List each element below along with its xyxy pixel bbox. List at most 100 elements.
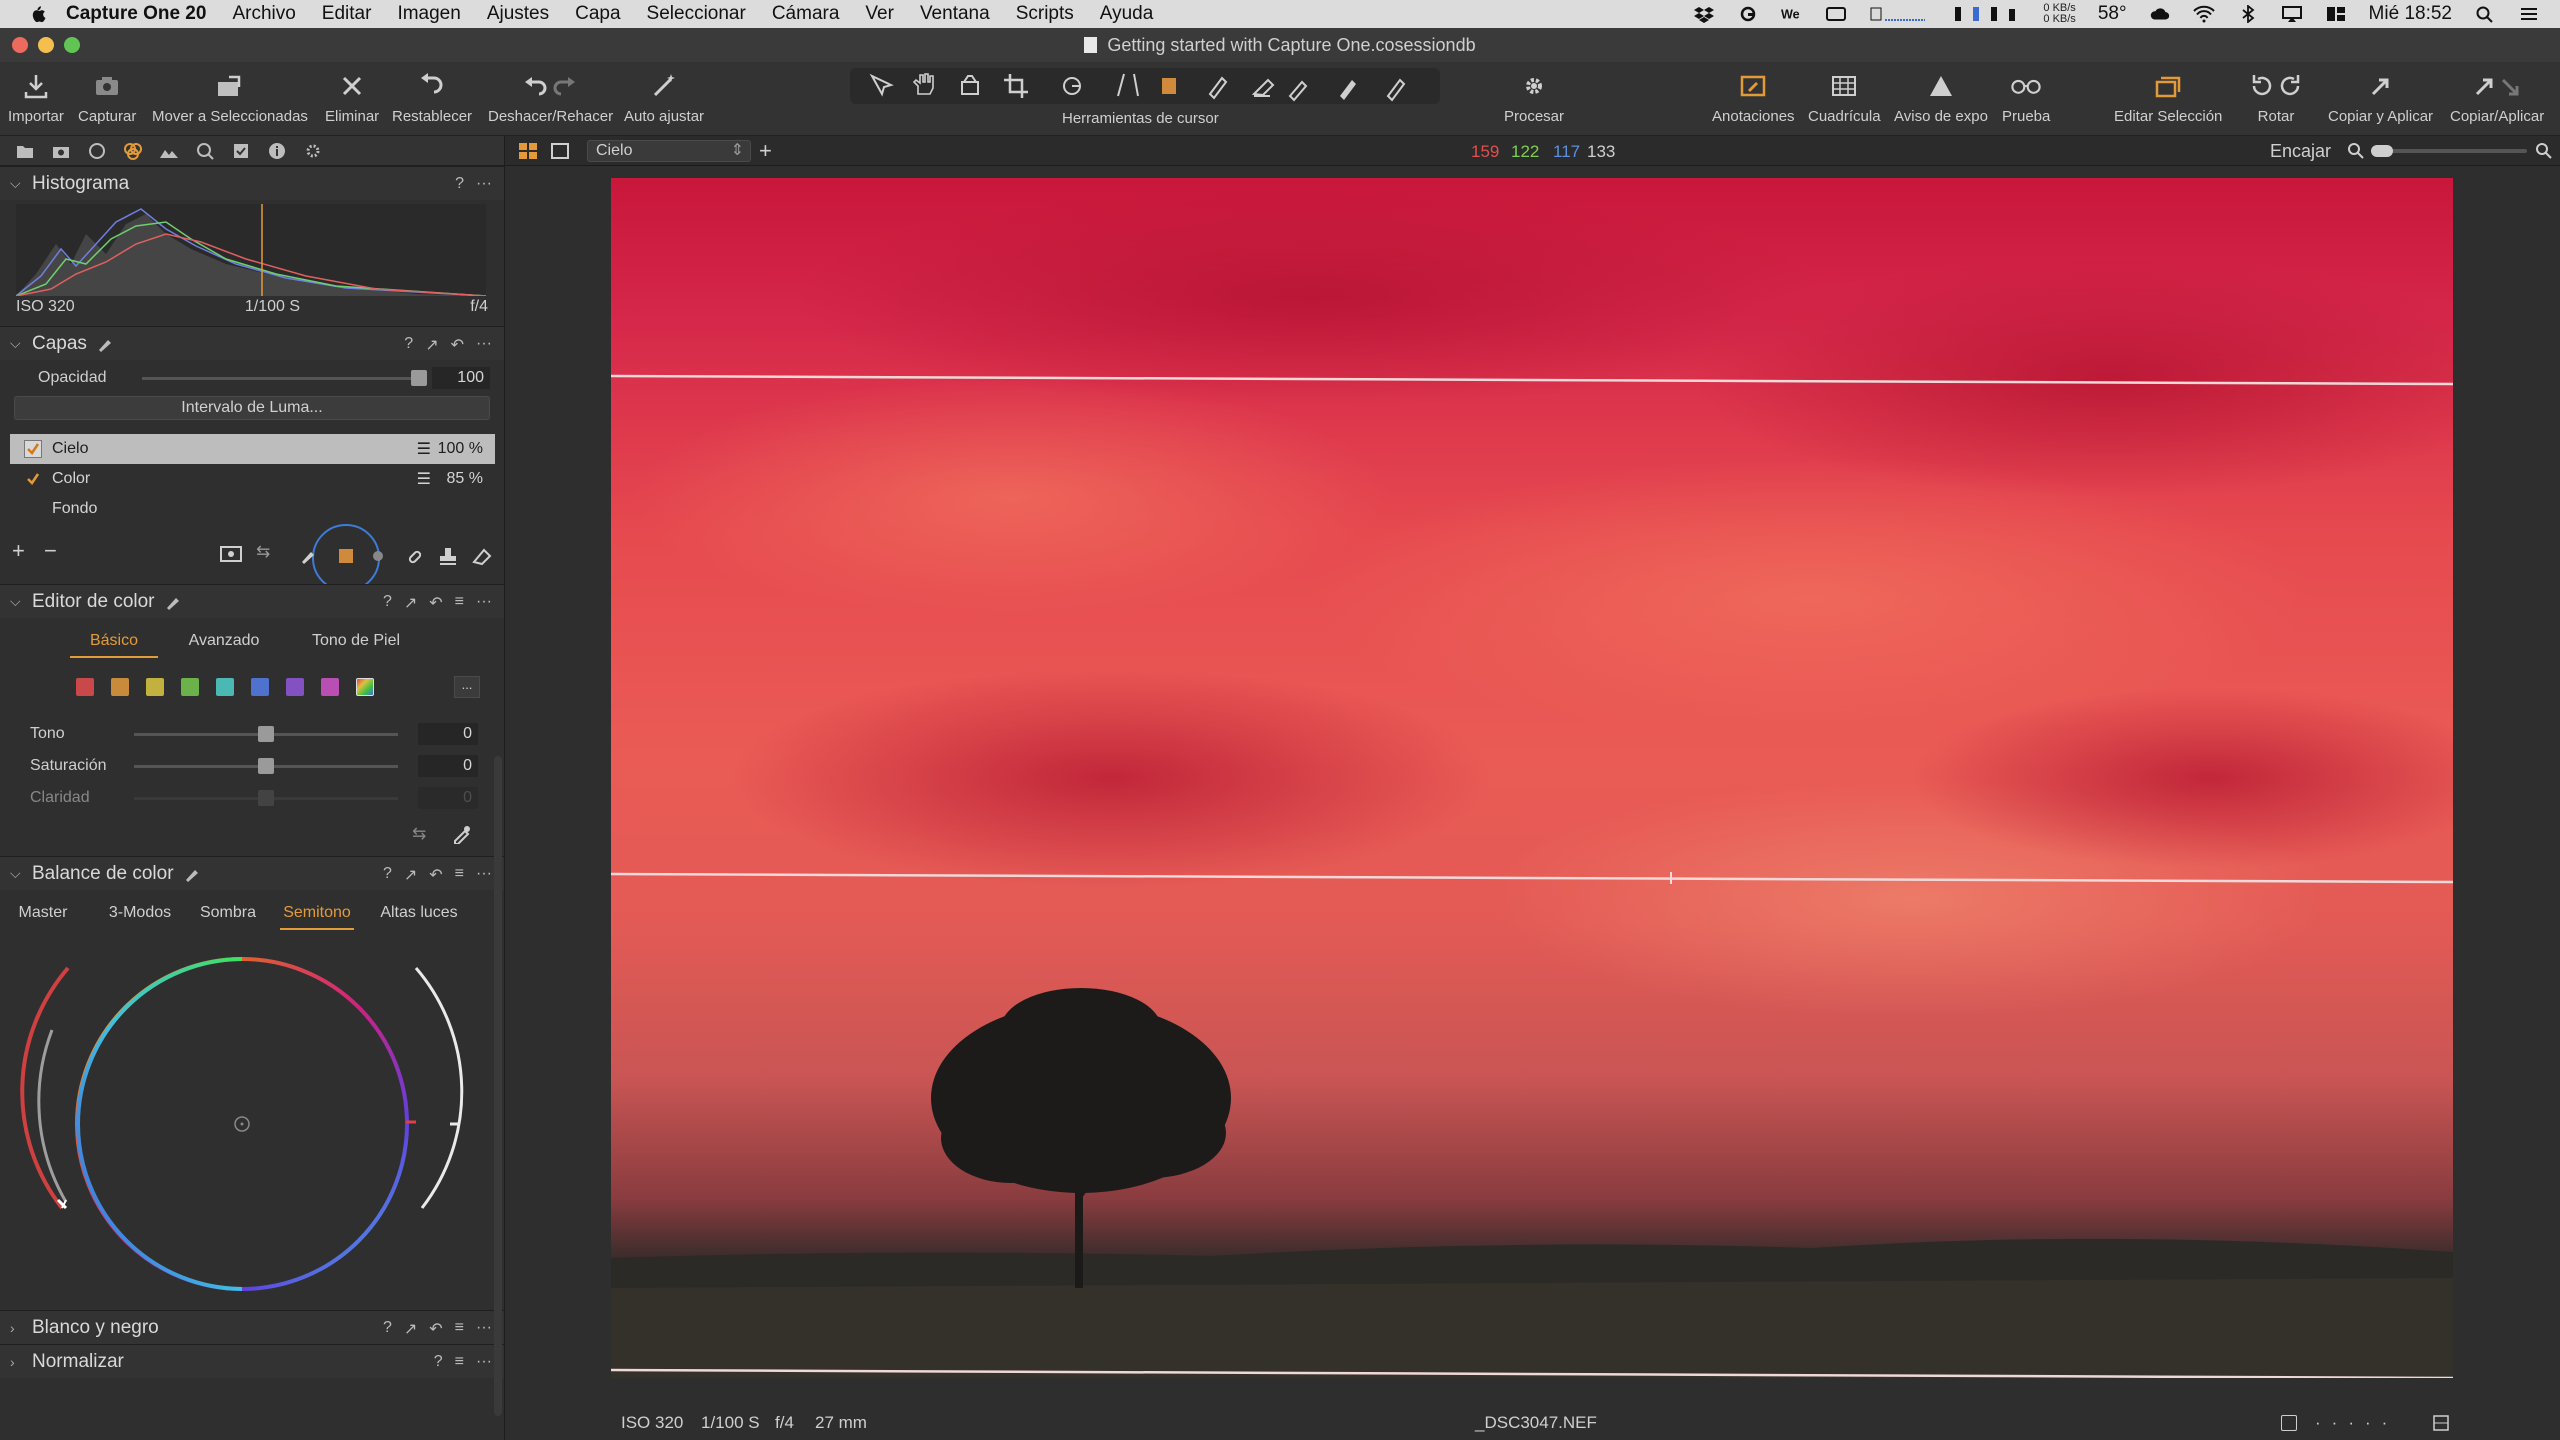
- presets-icon[interactable]: ≡: [455, 593, 464, 613]
- tab-sombra[interactable]: Sombra: [194, 898, 262, 930]
- copy-settings-icon[interactable]: ↗: [425, 335, 438, 355]
- sync-icon[interactable]: [1737, 5, 1759, 23]
- remove-layer-icon[interactable]: −: [44, 538, 57, 564]
- slider-knob[interactable]: [258, 789, 274, 806]
- move-to-selected-button[interactable]: Mover a Seleccionadas: [152, 68, 308, 125]
- delete-button[interactable]: Eliminar: [325, 68, 379, 125]
- copy-and-apply-button[interactable]: Copiar y Aplicar: [2328, 68, 2433, 125]
- bluetooth-icon[interactable]: [2237, 5, 2259, 23]
- apple-icon[interactable]: [26, 3, 48, 25]
- layer-item-cielo[interactable]: Cielo ☰ 100 %: [10, 434, 495, 464]
- swap-icon[interactable]: ⇆: [256, 542, 270, 562]
- star-rating[interactable]: ·····: [2315, 1413, 2398, 1433]
- slider-knob[interactable]: [258, 757, 274, 774]
- swatch-purple[interactable]: [286, 678, 304, 696]
- color-editor-header[interactable]: ⌵ Editor de color ? ↗ ↶ ≡ ···: [0, 584, 504, 618]
- undo-redo-button[interactable]: Deshacer/Rehacer: [488, 68, 613, 125]
- presets-icon[interactable]: ≡: [455, 1353, 464, 1371]
- menu-capa[interactable]: Capa: [575, 3, 620, 25]
- we-icon[interactable]: We: [1781, 5, 1803, 23]
- tono-slider[interactable]: [134, 725, 398, 742]
- single-view-icon[interactable]: [551, 143, 569, 159]
- capture-button[interactable]: Capturar: [78, 68, 136, 125]
- layer-adjust-icon[interactable]: ☰: [417, 469, 431, 489]
- layer-checkbox[interactable]: [24, 440, 42, 458]
- copy-settings-icon[interactable]: ↗: [404, 865, 417, 885]
- presets-icon[interactable]: ≡: [455, 865, 464, 885]
- annotations-button[interactable]: Anotaciones: [1712, 68, 1795, 125]
- mask-visibility-icon[interactable]: [220, 546, 242, 562]
- display-icon[interactable]: [1825, 5, 1847, 23]
- image-viewer[interactable]: ISO 320 1/100 S f/4 27 mm _DSC3047.NEF ·…: [505, 166, 2560, 1440]
- color-tab-icon[interactable]: [122, 140, 144, 162]
- app-menu[interactable]: Capture One 20: [66, 3, 206, 25]
- menu-imagen[interactable]: Imagen: [397, 3, 460, 25]
- slider-knob[interactable]: [258, 725, 274, 742]
- layer-select[interactable]: Cielo ⇕: [587, 140, 751, 162]
- menu-archivo[interactable]: Archivo: [232, 3, 295, 25]
- rating-checkbox[interactable]: [2281, 1415, 2297, 1431]
- slider-value[interactable]: 0: [418, 755, 478, 777]
- radial-mask-icon[interactable]: [372, 550, 384, 562]
- spotlight-search-icon[interactable]: [2474, 5, 2496, 23]
- slider-value[interactable]: 0: [418, 787, 478, 809]
- swatch-magenta[interactable]: [321, 678, 339, 696]
- swatch-blue[interactable]: [251, 678, 269, 696]
- menu-seleccionar[interactable]: Seleccionar: [647, 3, 746, 25]
- brush-cursor-icon[interactable]: [1208, 76, 1228, 100]
- more-icon[interactable]: ···: [476, 865, 492, 885]
- layers-header[interactable]: ⌵ Capas ? ↗ ↶ ···: [0, 326, 504, 360]
- brush-edit-icon[interactable]: [184, 866, 200, 882]
- heal-icon[interactable]: [406, 548, 424, 566]
- help-icon[interactable]: ?: [383, 865, 392, 885]
- swatch-yellow[interactable]: [146, 678, 164, 696]
- reset-settings-icon[interactable]: ↶: [429, 1319, 442, 1339]
- pan-cursor-icon[interactable]: [912, 73, 934, 95]
- select-cursor-icon[interactable]: [869, 73, 894, 97]
- menu-camara[interactable]: Cámara: [772, 3, 840, 25]
- rotate-cursor-icon[interactable]: [1063, 77, 1081, 95]
- wifi-icon[interactable]: [2192, 5, 2215, 23]
- auto-adjust-button[interactable]: Auto ajustar: [624, 68, 704, 125]
- notification-center-icon[interactable]: [2518, 5, 2540, 23]
- histogram-header[interactable]: ⌵ Histograma ? ···: [0, 166, 504, 200]
- reset-settings-icon[interactable]: ↶: [429, 593, 442, 613]
- cloud-icon[interactable]: [2149, 5, 2171, 23]
- slider-value[interactable]: 0: [418, 723, 478, 745]
- brush-tool-icon[interactable]: [300, 548, 316, 564]
- metadata-tab-icon[interactable]: [266, 140, 288, 162]
- luma-range-button[interactable]: Intervalo de Luma...: [14, 396, 490, 420]
- fit-label[interactable]: Encajar: [2270, 141, 2331, 162]
- rotate-button[interactable]: Rotar: [2246, 68, 2306, 125]
- zoom-in-icon[interactable]: [2535, 142, 2553, 160]
- window-manager-icon[interactable]: [2325, 5, 2347, 23]
- panel-scrollbar[interactable]: [494, 756, 502, 1416]
- reset-button[interactable]: Restablecer: [392, 68, 472, 125]
- more-icon[interactable]: ···: [476, 593, 492, 613]
- details-tab-icon[interactable]: [194, 140, 216, 162]
- color-picker-icon[interactable]: [452, 824, 472, 844]
- opacity-slider-knob[interactable]: [410, 369, 427, 386]
- gradient-mask-icon[interactable]: [338, 548, 354, 564]
- tab-3-modos[interactable]: 3-Modos: [100, 898, 180, 930]
- keystone-cursor-icon[interactable]: [1117, 73, 1139, 97]
- tab-avanzado[interactable]: Avanzado: [164, 626, 284, 658]
- add-layer-icon[interactable]: +: [12, 538, 25, 564]
- menu-ayuda[interactable]: Ayuda: [1100, 3, 1154, 25]
- brush-edit-icon[interactable]: [165, 594, 181, 610]
- clock[interactable]: Mié 18:52: [2369, 3, 2452, 25]
- process-button[interactable]: Procesar: [1504, 68, 1564, 125]
- more-swatches-button[interactable]: ...: [454, 676, 480, 698]
- tab-altas-luces[interactable]: Altas luces: [374, 898, 464, 930]
- help-icon[interactable]: ?: [383, 593, 392, 613]
- help-icon[interactable]: ?: [434, 1353, 443, 1371]
- black-white-header[interactable]: › Blanco y negro ? ↗ ↶ ≡ ···: [0, 1310, 504, 1344]
- annotate-cursor-icon[interactable]: [1340, 80, 1356, 100]
- layer-item-fondo[interactable]: Fondo: [10, 494, 495, 524]
- reset-settings-icon[interactable]: ↶: [429, 865, 442, 885]
- opacity-slider[interactable]: [141, 369, 427, 386]
- edit-selection-button[interactable]: Editar Selección: [2114, 68, 2222, 125]
- swatch-cyan[interactable]: [216, 678, 234, 696]
- loupe-cursor-icon[interactable]: [961, 75, 979, 95]
- add-layer-icon[interactable]: +: [759, 138, 772, 164]
